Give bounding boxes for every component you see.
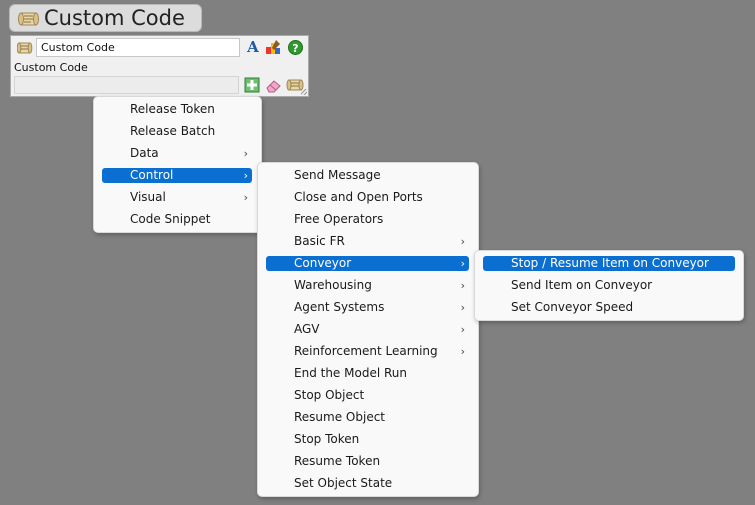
control-submenu: Send Message Close and Open Ports Free Ope… [257, 162, 479, 497]
chevron-right-icon: › [460, 301, 465, 314]
color-palette-icon[interactable] [265, 39, 282, 60]
code-label: Custom Code [14, 61, 88, 74]
menu-item[interactable]: Reinforcement Learning › [266, 344, 469, 359]
menu-item-label: Stop Token [294, 432, 360, 446]
menu-item-label: Agent Systems [294, 300, 385, 314]
scroll-icon [18, 10, 40, 32]
menu-item[interactable]: Send Item on Conveyor [483, 278, 735, 293]
menu-item[interactable]: Control › [102, 168, 252, 183]
menu-item[interactable]: Resume Token [266, 454, 469, 469]
eraser-icon[interactable] [265, 78, 282, 97]
menu-item-label: Set Object State [294, 476, 393, 490]
menu-item-label: Free Operators [294, 212, 384, 226]
code-field[interactable] [14, 76, 239, 94]
menu-item[interactable]: Send Message [266, 168, 469, 183]
menu-item-label: Resume Object [294, 410, 386, 424]
menu-item-label: Control [130, 168, 174, 182]
menu-item-label: Conveyor [294, 256, 352, 270]
chevron-right-icon: › [460, 257, 465, 270]
menu-item-label: Basic FR [294, 234, 345, 248]
menu-item[interactable]: Stop Object [266, 388, 469, 403]
help-icon[interactable]: ? [288, 40, 303, 55]
menu-item-label: Warehousing [294, 278, 372, 292]
chevron-right-icon: › [460, 235, 465, 248]
menu-item-label: Stop Object [294, 388, 365, 402]
menu-item[interactable]: Conveyor › [266, 256, 469, 271]
font-icon[interactable]: A [245, 38, 261, 56]
menu-item[interactable]: Visual › [102, 190, 252, 205]
page-title: Custom Code [44, 6, 185, 30]
menu-item[interactable]: Free Operators [266, 212, 469, 227]
scroll-icon [16, 40, 33, 59]
menu-item-label: Visual [130, 190, 166, 204]
menu-item[interactable]: Set Object State [266, 476, 469, 491]
menu-item[interactable]: Basic FR › [266, 234, 469, 249]
menu-item-label: Close and Open Ports [294, 190, 423, 204]
menu-item[interactable]: Release Token [102, 102, 252, 117]
name-input[interactable]: Custom Code [36, 38, 240, 57]
chevron-right-icon: › [243, 169, 248, 182]
resize-grip[interactable] [301, 89, 307, 95]
chevron-right-icon: › [460, 323, 465, 336]
menu-item[interactable]: Code Snippet [102, 212, 252, 227]
menu-item-label: Reinforcement Learning [294, 344, 438, 358]
menu-item[interactable]: Stop / Resume Item on Conveyor [483, 256, 735, 271]
menu-item[interactable]: Stop Token [266, 432, 469, 447]
chevron-right-icon: › [243, 147, 248, 160]
chevron-right-icon: › [243, 191, 248, 204]
menu-item[interactable]: Resume Object [266, 410, 469, 425]
custom-code-panel: Custom Code A ? Custom Code [10, 35, 309, 97]
menu-item-label: Data [130, 146, 159, 160]
menu-item-label: Resume Token [294, 454, 381, 468]
menu-item-label: Release Batch [130, 124, 216, 138]
add-icon[interactable] [244, 77, 260, 97]
menu-item[interactable]: Agent Systems › [266, 300, 469, 315]
menu-item-label: Set Conveyor Speed [511, 300, 634, 314]
trigger-title-tab[interactable]: Custom Code [9, 4, 202, 32]
menu-item[interactable]: Release Batch [102, 124, 252, 139]
menu-item-label: End the Model Run [294, 366, 407, 380]
menu-item[interactable]: End the Model Run [266, 366, 469, 381]
menu-item-label: AGV [294, 322, 320, 336]
menu-item[interactable]: Warehousing › [266, 278, 469, 293]
conveyor-submenu: Stop / Resume Item on Conveyor Send Item … [474, 250, 744, 321]
menu-item-label: Release Token [130, 102, 215, 116]
menu-item[interactable]: Set Conveyor Speed [483, 300, 735, 315]
menu-item-label: Send Item on Conveyor [511, 278, 653, 292]
menu-item-label: Code Snippet [130, 212, 211, 226]
menu-item-label: Stop / Resume Item on Conveyor [511, 256, 709, 270]
menu-item[interactable]: Close and Open Ports [266, 190, 469, 205]
chevron-right-icon: › [460, 345, 465, 358]
menu-item-label: Send Message [294, 168, 381, 182]
chevron-right-icon: › [460, 279, 465, 292]
context-menu: Release Token Release Batch Data › Control › V… [93, 96, 262, 233]
menu-item[interactable]: AGV › [266, 322, 469, 337]
menu-item[interactable]: Data › [102, 146, 252, 161]
